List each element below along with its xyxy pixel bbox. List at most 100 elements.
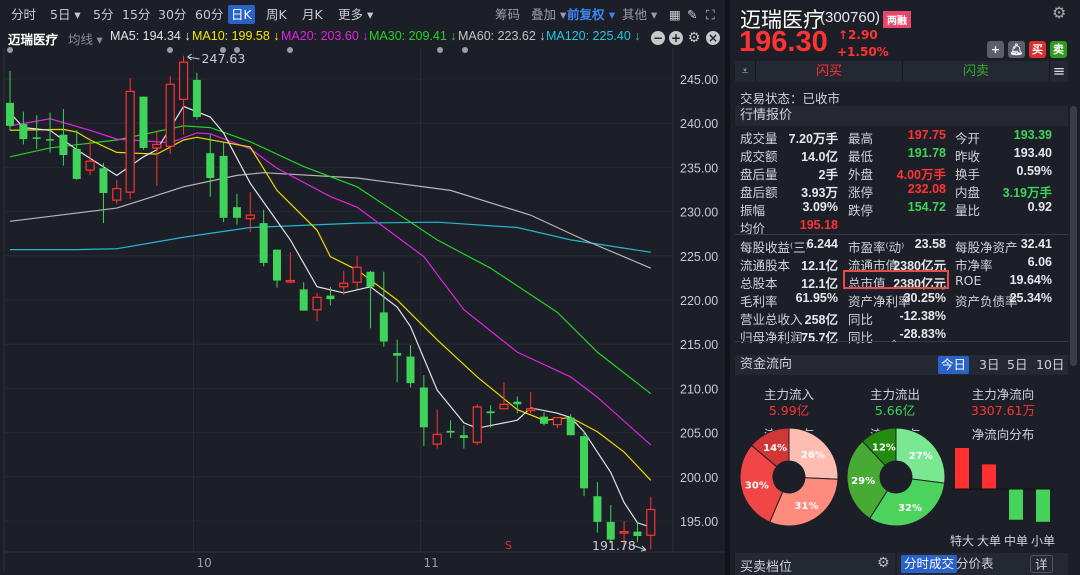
candle[interactable]	[646, 496, 656, 550]
candle[interactable]	[139, 96, 148, 150]
quote-panel: 迈瑞医疗 (300760) 两融 ⚙ 196.30 ↑2.90 +1.50% +…	[730, 0, 1080, 575]
candle[interactable]	[540, 412, 548, 426]
candle[interactable]	[352, 255, 362, 290]
candle[interactable]	[273, 249, 281, 288]
candle-body	[139, 96, 148, 148]
detail-button[interactable]: 详	[1030, 555, 1053, 573]
candle-body	[393, 353, 402, 356]
net-flow-bar	[1036, 489, 1050, 522]
signal-marker: S	[505, 539, 512, 552]
order-book-title: 买卖档位	[740, 560, 793, 575]
settings-icon[interactable]: ⚙	[877, 555, 890, 571]
candle[interactable]	[379, 271, 388, 347]
candle-body	[125, 90, 135, 193]
candle[interactable]	[459, 425, 468, 449]
candle-body	[326, 295, 335, 300]
candle[interactable]	[285, 252, 295, 284]
candle-body	[299, 289, 308, 311]
candle-body	[99, 168, 108, 194]
tab-price-table[interactable]: 分价表	[953, 555, 997, 573]
candle-body	[178, 61, 189, 100]
y-tick-label: 235.00	[680, 161, 718, 175]
candle[interactable]	[593, 482, 602, 533]
y-tick-label: 205.00	[680, 427, 718, 441]
candle[interactable]	[580, 431, 589, 497]
pie-slice-label: 14%	[763, 443, 787, 454]
candle-body	[540, 416, 548, 424]
y-tick-label: 240.00	[680, 117, 718, 131]
tab-tick-trades[interactable]: 分时成交	[901, 555, 958, 573]
candle[interactable]	[165, 76, 175, 155]
candle-body	[419, 387, 428, 428]
pie-slice-label: 30%	[745, 481, 769, 492]
candle-body	[206, 153, 215, 179]
candle-body	[112, 188, 122, 201]
candle[interactable]	[472, 404, 482, 445]
y-tick-label: 230.00	[680, 206, 718, 220]
pie-slice-label: 27%	[909, 451, 933, 462]
candle[interactable]	[486, 405, 495, 428]
net-flow-label: 大单	[977, 534, 1001, 548]
candle-body	[192, 79, 201, 118]
candle-body	[379, 312, 388, 342]
candle[interactable]	[59, 109, 68, 166]
candle[interactable]	[232, 193, 241, 225]
candle-body	[232, 207, 241, 218]
candle-body	[552, 416, 562, 426]
candle-body	[19, 124, 28, 140]
pie-slice-label: 31%	[795, 501, 819, 512]
candle-body	[352, 266, 362, 283]
candle-body	[366, 271, 375, 287]
candle[interactable]	[99, 162, 108, 224]
candle[interactable]	[206, 134, 215, 197]
candle-body	[406, 356, 415, 384]
candle[interactable]	[72, 130, 81, 180]
max-price-label: 247.63	[202, 51, 246, 66]
candle[interactable]	[393, 339, 402, 383]
candle-body	[85, 160, 95, 171]
candle[interactable]	[125, 78, 135, 200]
candle-body	[273, 249, 281, 281]
x-tick-label: 10	[197, 556, 212, 570]
candle-body	[152, 143, 162, 149]
candle-body	[486, 411, 495, 414]
candle[interactable]	[219, 142, 228, 223]
pie-slice-label: 12%	[872, 442, 896, 453]
candle-body	[566, 417, 575, 436]
candle[interactable]	[152, 130, 162, 186]
candle-body	[312, 296, 322, 311]
candle-body	[285, 279, 295, 283]
candle-body	[619, 531, 629, 534]
marker-dot	[462, 47, 468, 53]
candle[interactable]	[432, 409, 442, 449]
candle[interactable]	[19, 111, 28, 145]
candle[interactable]	[299, 282, 308, 311]
candle-body	[446, 430, 455, 433]
y-tick-label: 245.00	[680, 73, 718, 87]
y-tick-label: 220.00	[680, 294, 718, 308]
candle-body	[646, 508, 656, 536]
candle[interactable]	[259, 209, 268, 267]
candle-body	[459, 435, 468, 438]
candle-body	[259, 223, 268, 263]
y-tick-label: 210.00	[680, 382, 718, 396]
candle[interactable]	[419, 375, 428, 446]
candle-body	[59, 134, 68, 156]
candle[interactable]	[6, 71, 14, 131]
candlestick-chart[interactable]: 245.00 240.00 235.00 230.00 225.00 220.00 215.…	[0, 0, 725, 575]
candle[interactable]	[192, 72, 201, 120]
candle-body	[499, 403, 509, 410]
candle-body	[526, 408, 536, 412]
candle-body	[46, 139, 55, 141]
candle[interactable]	[552, 416, 562, 429]
min-price-label: 191.78	[592, 538, 636, 553]
candle[interactable]	[112, 179, 122, 204]
candle[interactable]	[499, 382, 509, 410]
candle[interactable]	[526, 391, 536, 414]
candle[interactable]	[339, 270, 349, 295]
candle[interactable]	[446, 420, 455, 438]
candle[interactable]	[406, 345, 415, 388]
candle[interactable]	[312, 292, 322, 322]
net-flow-bar	[955, 448, 969, 489]
candle-body	[593, 496, 602, 522]
